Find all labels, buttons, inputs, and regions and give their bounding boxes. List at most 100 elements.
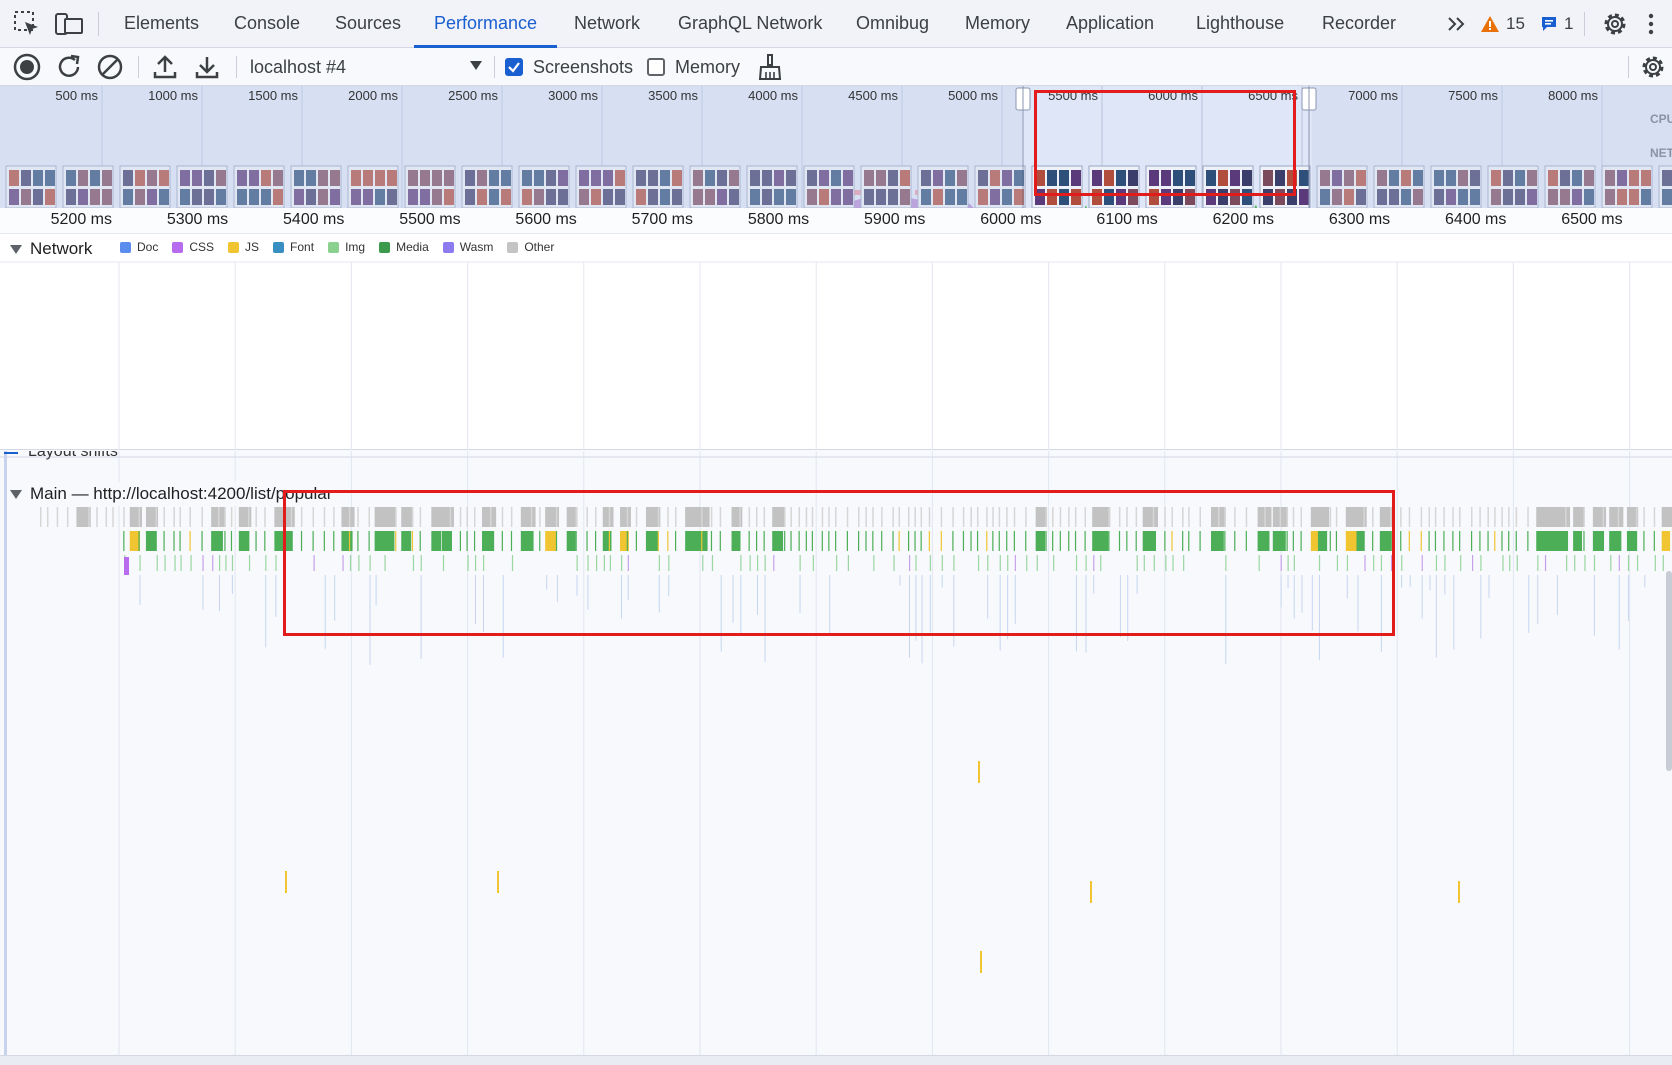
overview-tick-label: 1000 ms (148, 88, 198, 103)
main-deep-call (1593, 575, 1595, 636)
inspect-element-icon[interactable] (12, 10, 42, 38)
main-call-block (739, 531, 741, 551)
main-call-block (1380, 555, 1383, 571)
main-call-block (821, 531, 823, 551)
main-task-block (264, 507, 266, 527)
timeline-overview[interactable]: 500 ms 1000 ms 1500 ms 2000 ms 2500 ms 3000 m… (0, 86, 1672, 208)
ruler-tick-label: 5300 ms (166, 211, 229, 228)
main-deep-call (546, 575, 548, 590)
main-call-block (1329, 531, 1331, 551)
main-deep-call (1357, 575, 1359, 632)
main-task-block (635, 507, 638, 527)
vertical-scrollbar[interactable] (1666, 571, 1672, 771)
record-button[interactable] (12, 52, 42, 82)
main-task-block (1059, 507, 1062, 527)
main-flame-chart[interactable] (0, 451, 1672, 1055)
main-task-block (1142, 507, 1158, 527)
main-call-block (1471, 555, 1474, 571)
main-thread-track: Layout shifts Main — http://localhost:42… (0, 451, 1672, 1055)
main-call-block (1045, 531, 1047, 551)
main-call-block (1171, 531, 1173, 551)
main-task-block (1188, 507, 1190, 527)
main-call-block (1421, 555, 1423, 571)
load-profile-button[interactable] (150, 52, 180, 82)
profile-select[interactable]: localhost #4 (250, 52, 486, 82)
tab-application[interactable]: Application (1062, 0, 1158, 47)
save-profile-button[interactable] (192, 52, 222, 82)
main-call-block (1636, 555, 1639, 571)
main-call-block (483, 555, 485, 571)
main-task-block (1234, 507, 1236, 527)
main-call-block (1515, 531, 1517, 551)
tab-elements[interactable]: Elements (120, 0, 203, 47)
main-call-block (1618, 555, 1620, 571)
main-call-block (1400, 531, 1402, 551)
ruler-tick-label: 6200 ms (1212, 211, 1274, 228)
main-call-block (1014, 555, 1016, 571)
main-call-block (784, 531, 786, 551)
tab-console[interactable]: Console (230, 0, 304, 47)
main-call-block (395, 531, 397, 551)
main-call-block (174, 555, 176, 571)
legend-label: Wasm (459, 240, 494, 254)
main-call-block (999, 555, 1001, 571)
overview-tick-label: 850 (1612, 88, 1672, 103)
tab-network[interactable]: Network (570, 0, 644, 47)
messages-badge[interactable]: 1 (1540, 12, 1573, 36)
main-call-block (1661, 531, 1671, 551)
collect-garbage-button[interactable] (755, 52, 785, 82)
main-deep-call (1280, 575, 1282, 608)
main-task-block (1653, 507, 1656, 527)
main-task-block (920, 507, 923, 527)
clear-button[interactable] (95, 52, 125, 82)
tab-graphql-network[interactable]: GraphQL Network (674, 0, 826, 47)
main-task-block (1573, 507, 1585, 527)
filmstrip-poster (1059, 170, 1069, 186)
main-call-block (312, 531, 314, 551)
filmstrip-poster (1149, 189, 1159, 205)
capture-settings-button[interactable] (1638, 52, 1668, 82)
reload-record-button[interactable] (54, 52, 84, 82)
main-task-block (881, 507, 883, 527)
toolbar-separator (138, 56, 139, 78)
main-deep-call (980, 951, 982, 973)
main-call-block (1336, 555, 1339, 571)
bottom-scrollbar[interactable] (0, 1055, 1672, 1065)
more-options-icon[interactable] (1636, 10, 1666, 38)
tab-sources[interactable]: Sources (331, 0, 405, 47)
main-task-block (1074, 507, 1077, 527)
main-call-block (858, 531, 860, 551)
ruler-tick-label: 5700 ms (631, 211, 693, 228)
main-deep-call (139, 575, 141, 605)
main-call-block (1363, 531, 1365, 551)
tab-performance[interactable]: Performance (413, 0, 558, 48)
filmstrip-poster (1092, 170, 1102, 186)
main-call-block (1509, 555, 1511, 571)
memory-checkbox[interactable]: Memory (647, 56, 740, 78)
main-deep-call (1458, 881, 1460, 903)
messages-count: 1 (1564, 14, 1574, 33)
tab-omnibug[interactable]: Omnibug (852, 0, 933, 47)
legend-item-doc: Doc (120, 240, 158, 254)
main-deep-call (720, 575, 722, 652)
more-tabs-chevron-icon[interactable] (1442, 10, 1472, 38)
tab-memory[interactable]: Memory (961, 0, 1034, 47)
screenshots-checkbox[interactable]: Screenshots (505, 56, 633, 78)
overview-tick-label: 8000 ms (1548, 88, 1598, 103)
tab-recorder[interactable]: Recorder (1318, 0, 1400, 47)
main-call-block (1470, 531, 1473, 551)
main-task-block (1602, 507, 1605, 527)
settings-gear-icon[interactable] (1600, 10, 1630, 38)
main-call-block (1007, 555, 1009, 571)
main-task-block (88, 507, 90, 527)
main-call-block (667, 531, 669, 551)
main-deep-call (497, 871, 499, 893)
main-call-block (941, 555, 943, 571)
device-toolbar-icon[interactable] (54, 10, 84, 38)
main-track-header[interactable]: Main — http://localhost:4200/list/popula… (10, 482, 333, 506)
tab-lighthouse[interactable]: Lighthouse (1192, 0, 1288, 47)
layout-shifts-track-title[interactable]: Layout shifts (28, 451, 118, 461)
network-track-header[interactable]: Network (10, 236, 92, 262)
main-deep-call (576, 575, 578, 596)
warnings-badge[interactable]: 15 (1480, 12, 1525, 36)
